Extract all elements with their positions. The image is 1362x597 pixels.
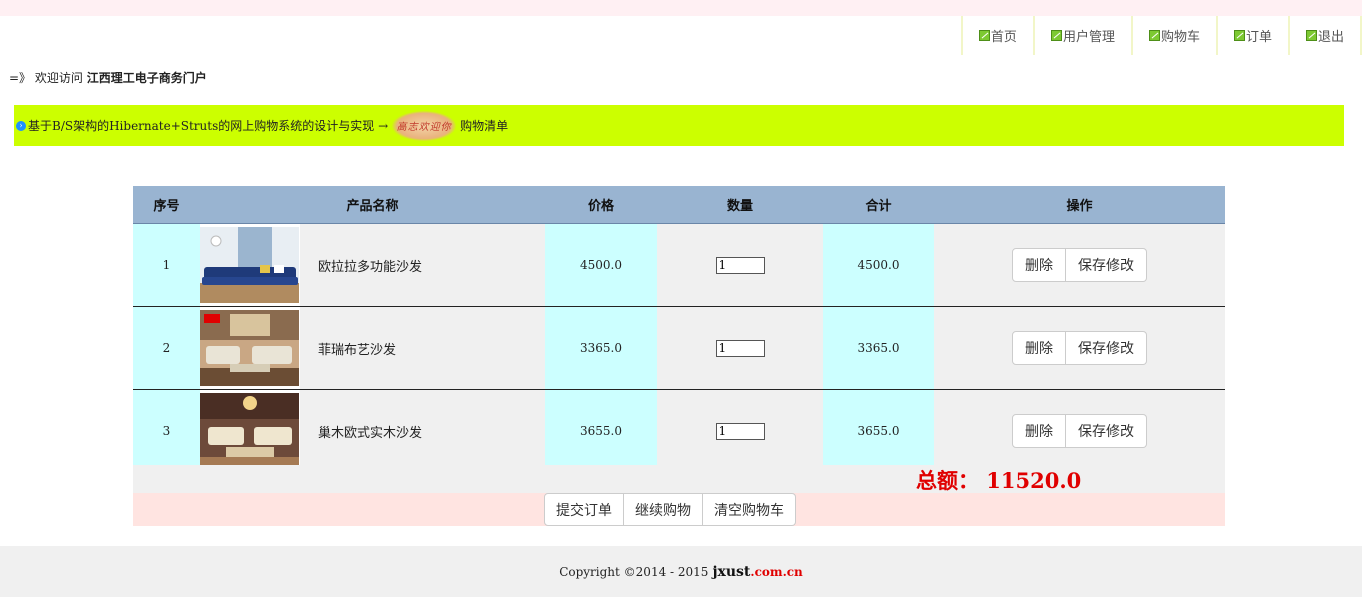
table-row: 1 欧拉拉多功能沙发 4500.0 4500.0 删除 [133,223,1225,307]
breadcrumb-current: 购物清单 [460,119,509,133]
row-button-group: 删除 保存修改 [1012,331,1147,365]
welcome-image: 高志欢迎你 [392,110,457,141]
ops-cell: 删除 保存修改 [934,223,1225,307]
header-total: 合计 [823,186,934,224]
grand-total: 总额： 11520.0 [916,468,1082,493]
table-row: 3 巢木欧式实木沙发 3655.0 3655.0 删除 保存 [133,389,1225,473]
leaf-icon [1050,30,1062,41]
footer-brand: jxust [712,563,751,580]
delete-button[interactable]: 删除 [1012,414,1066,448]
ops-cell: 删除 保存修改 [934,306,1225,390]
product-name: 巢木欧式实木沙发 [300,389,545,473]
qty-cell [657,306,823,390]
leaf-icon [1305,30,1317,41]
qty-cell [657,223,823,307]
row-index: 2 [133,306,200,390]
breadcrumb-text: 基于B/S架构的Hibernate+Struts的网上购物系统的设计与实现 → [28,119,389,133]
delete-button[interactable]: 删除 [1012,248,1066,282]
header-product-name: 产品名称 [200,186,545,224]
copyright-text: Copyright ©2014 - 2015 [559,564,709,579]
delete-button[interactable]: 删除 [1012,331,1066,365]
nav-logout[interactable]: 退出 [1290,16,1362,55]
cart-table: 序号 产品名称 价格 数量 合计 操作 1 欧拉拉多功能沙发 4500.0 1 … [133,186,1225,473]
cart-action-group: 提交订单 继续购物 清空购物车 [544,493,796,526]
nav-label: 首页 [990,30,1017,45]
row-index: 1 [133,223,200,307]
product-name: 欧拉拉多功能沙发 [300,223,545,307]
row-subtotal: 3655.0 [823,389,934,473]
save-changes-button[interactable]: 保存修改 [1066,414,1147,448]
product-name: 菲瑞布艺沙发 [300,306,545,390]
welcome-prefix: =》 欢迎访问 [9,71,83,85]
product-image-cell [200,389,300,473]
nav-label: 用户管理 [1062,30,1115,45]
table-row: 2 菲瑞布艺沙发 3365.0 3365.0 删除 [133,306,1225,390]
row-subtotal: 4500.0 [823,223,934,307]
product-image[interactable] [200,310,299,386]
nav-label: 购物车 [1160,30,1200,45]
save-changes-button[interactable]: 保存修改 [1066,331,1147,365]
save-changes-button[interactable]: 保存修改 [1066,248,1147,282]
nav-user-management[interactable]: 用户管理 [1035,16,1133,55]
nav-label: 退出 [1317,30,1344,45]
clear-cart-button[interactable]: 清空购物车 [703,493,796,526]
quantity-input[interactable] [715,256,765,274]
footer-brand-suffix: .com.cn [750,564,803,579]
welcome-image-text: 高志欢迎你 [396,122,452,133]
product-image[interactable] [200,227,299,303]
leaf-icon [978,30,990,41]
product-price: 3655.0 [545,389,657,473]
row-button-group: 删除 保存修改 [1012,414,1147,448]
welcome-line: =》 欢迎访问 江西理工电子商务门户 [9,69,207,86]
product-price: 4500.0 [545,223,657,307]
quantity-input[interactable] [715,422,765,440]
nav-label: 订单 [1245,30,1272,45]
header-ops: 操作 [934,186,1225,224]
leaf-icon [1148,30,1160,41]
header-price: 价格 [545,186,657,224]
nav-orders[interactable]: 订单 [1218,16,1290,55]
submit-order-button[interactable]: 提交订单 [544,493,624,526]
row-button-group: 删除 保存修改 [1012,248,1147,282]
breadcrumb-banner: › 基于B/S架构的Hibernate+Struts的网上购物系统的设计与实现 … [14,105,1344,146]
arrow-circle-icon: › [16,120,26,131]
continue-shopping-button[interactable]: 继续购物 [624,493,703,526]
product-image-cell [200,223,300,307]
nav-cart[interactable]: 购物车 [1133,16,1218,55]
product-image[interactable] [200,393,299,469]
qty-cell [657,389,823,473]
nav-home[interactable]: 首页 [960,16,1035,55]
cart-actions: 提交订单 继续购物 清空购物车 [133,493,1225,526]
leaf-icon [1233,30,1245,41]
ops-cell: 删除 保存修改 [934,389,1225,473]
header-qty: 数量 [657,186,823,224]
row-index: 3 [133,389,200,473]
site-name: 江西理工电子商务门户 [86,71,207,85]
product-image-cell [200,306,300,390]
top-nav: 首页 用户管理 购物车 订单 退出 [960,16,1362,55]
quantity-input[interactable] [715,339,765,357]
row-subtotal: 3365.0 [823,306,934,390]
product-price: 3365.0 [545,306,657,390]
top-strip [0,0,1362,16]
header-index: 序号 [133,186,200,224]
table-header-row: 序号 产品名称 价格 数量 合计 操作 [133,186,1225,224]
footer: Copyright ©2014 - 2015 jxust .com.cn [0,546,1362,597]
